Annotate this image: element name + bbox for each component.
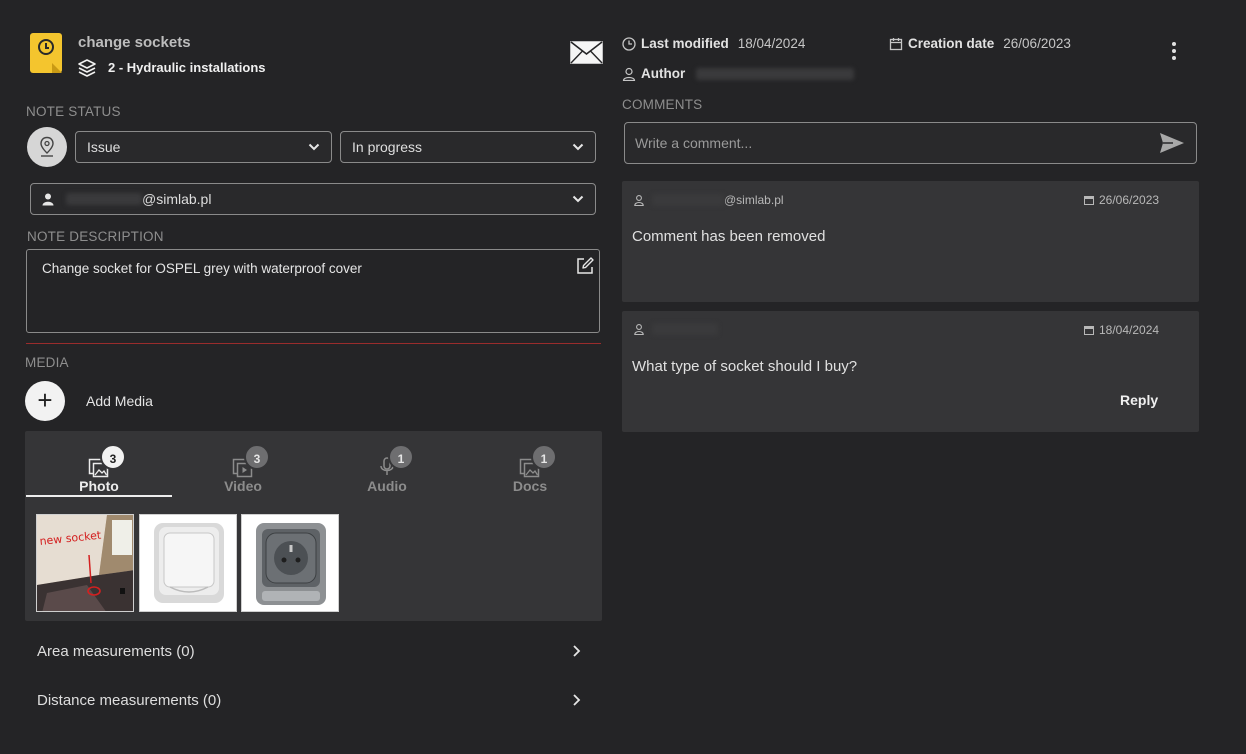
comment-card: 18/04/2024 What type of socket should I … xyxy=(622,311,1199,432)
comment-card: @simlab.pl 26/06/2023 Comment has been r… xyxy=(622,181,1199,302)
location-pin-button[interactable] xyxy=(27,127,67,167)
plus-icon: + xyxy=(37,385,53,415)
last-modified: Last modified 18/04/2024 xyxy=(622,36,805,51)
active-tab-indicator xyxy=(26,495,172,497)
chevron-down-icon xyxy=(572,195,584,203)
comment-date-value: 26/06/2023 xyxy=(1099,193,1160,207)
last-modified-label: Last modified xyxy=(641,36,729,51)
add-media-button[interactable]: + xyxy=(25,381,65,421)
photo-thumbnail-3[interactable] xyxy=(241,514,339,612)
creation-date-label: Creation date xyxy=(908,36,995,51)
comment-text: Comment has been removed xyxy=(632,228,826,245)
distance-measurements-item[interactable]: Distance measurements (0) xyxy=(37,692,221,709)
last-modified-value: 18/04/2024 xyxy=(737,36,806,51)
calendar-icon xyxy=(1084,196,1094,205)
calendar-icon xyxy=(1084,326,1094,335)
note-state-select[interactable]: In progress xyxy=(340,131,596,163)
location-pin-icon xyxy=(40,136,54,157)
creation-date-value: 26/06/2023 xyxy=(1003,36,1071,51)
tab-docs-label: Docs xyxy=(512,478,548,494)
creation-date: Creation date 26/06/2023 xyxy=(889,36,1071,51)
chevron-down-icon xyxy=(308,143,320,151)
tab-video[interactable]: 3 Video xyxy=(170,431,316,497)
note-type-value: Issue xyxy=(87,139,121,155)
note-type-icon xyxy=(30,33,62,73)
note-title: change sockets xyxy=(78,34,191,51)
mail-icon[interactable] xyxy=(570,41,603,64)
media-panel: 3 Photo 3 Video 1 Audio 1 Docs new socke… xyxy=(25,431,602,621)
author-name-redacted xyxy=(696,67,855,80)
open-socket-cover xyxy=(242,515,338,611)
clock-icon xyxy=(622,36,636,51)
comment-date: 26/06/2023 xyxy=(1084,193,1159,207)
note-description-label: NOTE DESCRIPTION xyxy=(27,229,164,244)
assignee-name-redacted xyxy=(66,193,142,205)
tab-photo[interactable]: 3 Photo xyxy=(26,431,172,497)
send-icon[interactable] xyxy=(1158,131,1186,155)
author: Author xyxy=(622,66,855,81)
chevron-right-icon[interactable] xyxy=(572,644,581,658)
comment-input[interactable]: Write a comment... xyxy=(624,122,1197,164)
description-text: Change socket for OSPEL grey with waterp… xyxy=(42,261,362,276)
layer-name: 2 - Hydraulic installations xyxy=(108,60,266,75)
photo-thumbnail-1[interactable]: new socket xyxy=(36,514,134,612)
user-icon xyxy=(42,193,54,205)
description-box[interactable]: Change socket for OSPEL grey with waterp… xyxy=(26,249,600,333)
audio-count-badge: 1 xyxy=(388,444,414,470)
comment-author-redacted xyxy=(652,194,724,206)
comment-text: What type of socket should I buy? xyxy=(632,358,858,375)
media-label: MEDIA xyxy=(25,355,69,370)
comments-label: COMMENTS xyxy=(622,97,703,112)
note-type-select[interactable]: Issue xyxy=(75,131,332,163)
photo-thumbnail-2[interactable] xyxy=(139,514,237,612)
clock-icon xyxy=(38,39,54,55)
comment-author-redacted xyxy=(652,323,718,335)
photo-count-badge: 3 xyxy=(100,444,126,470)
comment-author xyxy=(634,323,718,335)
area-measurements-item[interactable]: Area measurements (0) xyxy=(37,643,195,660)
tab-audio[interactable]: 1 Audio xyxy=(314,431,460,497)
comment-author: @simlab.pl xyxy=(634,193,784,207)
more-options-icon[interactable] xyxy=(1166,42,1182,62)
edit-icon[interactable] xyxy=(575,256,595,276)
wall-socket-photo: new socket xyxy=(37,515,133,611)
user-icon xyxy=(634,194,644,206)
note-status-label: NOTE STATUS xyxy=(26,104,121,119)
closed-socket-cover xyxy=(140,515,236,611)
assignee-domain: @simlab.pl xyxy=(142,191,212,207)
user-icon xyxy=(634,323,644,335)
tab-video-label: Video xyxy=(224,478,262,494)
user-icon xyxy=(622,67,636,81)
layers-icon xyxy=(78,59,96,77)
reply-button[interactable]: Reply xyxy=(1120,392,1158,408)
add-media-label[interactable]: Add Media xyxy=(86,393,153,409)
comment-date-value: 18/04/2024 xyxy=(1099,323,1160,337)
tab-docs[interactable]: 1 Docs xyxy=(457,431,603,497)
tab-photo-label: Photo xyxy=(79,478,119,494)
author-label: Author xyxy=(641,66,686,81)
assignee-select[interactable]: @simlab.pl xyxy=(30,183,596,215)
chevron-down-icon xyxy=(572,143,584,151)
docs-count-badge: 1 xyxy=(531,444,557,470)
calendar-icon xyxy=(889,37,903,50)
tab-audio-label: Audio xyxy=(367,478,407,494)
comment-author-domain: @simlab.pl xyxy=(724,193,784,207)
divider xyxy=(26,343,601,344)
note-state-value: In progress xyxy=(352,139,423,155)
comment-date: 18/04/2024 xyxy=(1084,323,1159,337)
comment-placeholder: Write a comment... xyxy=(635,135,753,151)
chevron-right-icon[interactable] xyxy=(572,693,581,707)
video-count-badge: 3 xyxy=(244,444,270,470)
